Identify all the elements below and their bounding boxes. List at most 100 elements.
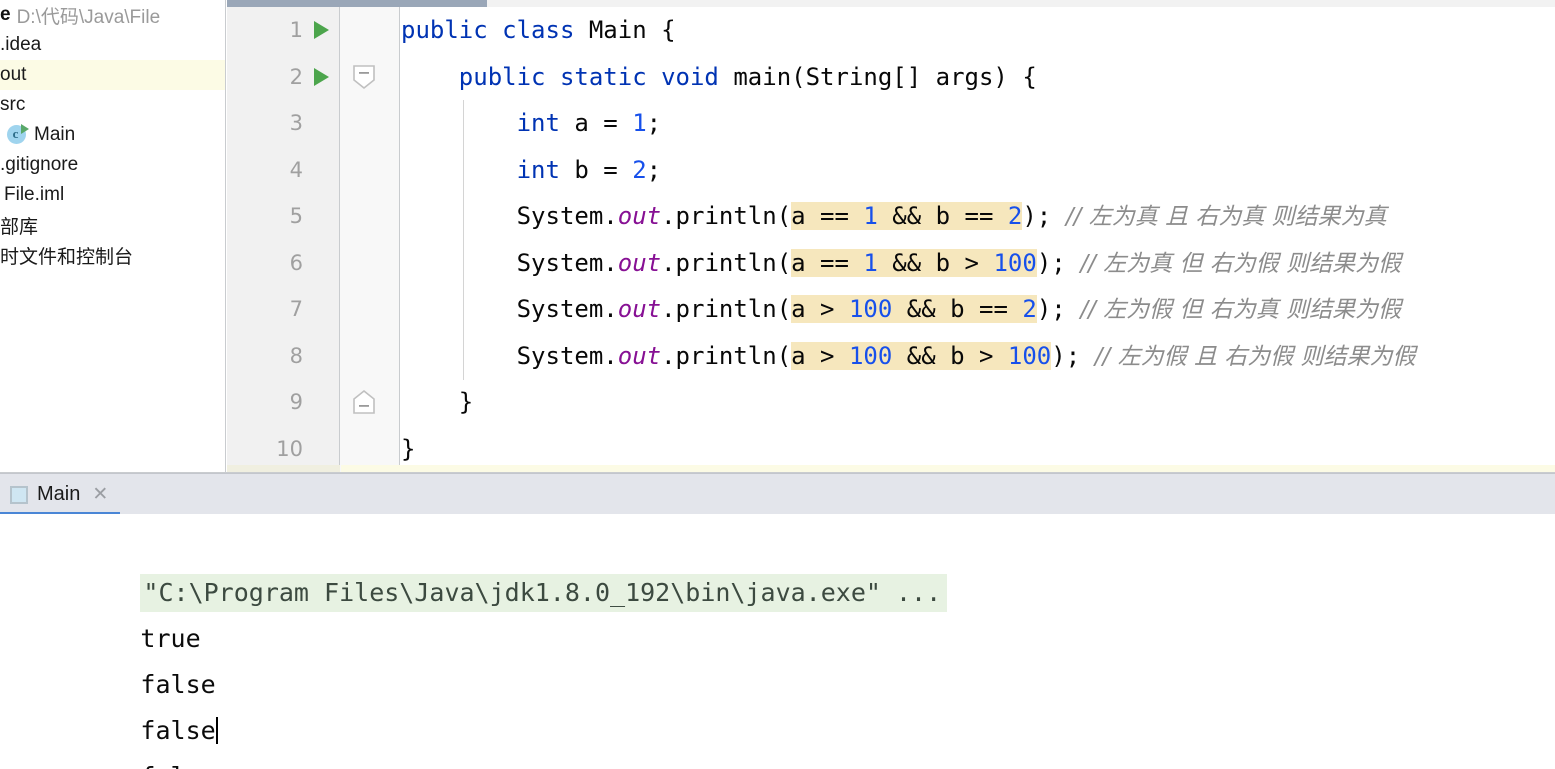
tree-item-label: .idea [0,34,42,55]
code-token: 1 [863,248,878,277]
code-token: int [516,109,575,137]
tree-item-gitignore[interactable]: .gitignore [0,150,225,180]
code-token: .println( [661,341,792,370]
code-token: 2 [632,155,647,184]
fold-row [340,240,399,287]
code-line-1[interactable]: public class Main { [401,7,1555,54]
code-token: && b == [877,202,1008,230]
line-number: 4 [289,157,303,182]
tree-item-external-libraries[interactable]: 部库 [0,210,225,240]
code-token: class [502,16,589,44]
code-token: a == [791,202,864,230]
run-gutter-icon[interactable] [303,21,339,40]
tree-item-file-iml[interactable]: File.iml [0,180,225,210]
code-token: 100 [1007,341,1052,370]
tree-item-out[interactable]: out [0,60,225,90]
fold-row [340,54,399,101]
code-token: Main { [588,16,676,44]
code-line-4[interactable]: int b = 2; [401,147,1555,194]
code-line-2[interactable]: public static void main(String[] args) { [401,54,1555,101]
line-number: 8 [289,343,303,368]
code-token: .println( [661,248,792,277]
fold-end-icon[interactable] [350,388,378,416]
code-token: 100 [993,248,1037,277]
console-output-line: false [0,708,1555,769]
code-line-6[interactable]: System.out.println(a == 1 && b > 100); /… [401,240,1555,287]
code-token: out [617,341,662,370]
run-gutter-icon[interactable] [303,67,339,86]
project-tool-window[interactable]: e D:\代码\Java\File .idea out src c Main .… [0,0,226,473]
console-output[interactable]: "C:\Program Files\Java\jdk1.8.0_192\bin\… [0,514,1555,769]
selection-highlight: a > 100 && b > 100 [791,341,1052,370]
close-icon[interactable]: ✕ [92,485,108,504]
selection-highlight: a > 100 && b == 2 [791,295,1037,323]
line-number: 5 [289,204,303,229]
code-line-5[interactable]: System.out.println(a == 1 && b == 2); //… [401,193,1555,240]
tree-item-src[interactable]: src [0,90,225,120]
gutter-row: 7 [227,286,339,333]
code-token: && b > [892,341,1008,370]
java-class-icon: c [6,124,29,146]
line-number: 3 [289,111,303,136]
gutter-row: 4 [227,147,339,194]
tree-item-label: 部库 [0,216,39,238]
project-root-path: D:\代码\Java\File [16,6,161,28]
editor-horizontal-scrollbar[interactable] [227,0,1555,7]
code-token: int [516,155,575,184]
tree-root-node[interactable]: e D:\代码\Java\File [0,0,225,30]
console-tab-icon [10,485,28,504]
gutter-row: 6 [227,240,339,287]
code-token: } [401,434,416,463]
code-line-3[interactable]: int a = 1; [401,100,1555,147]
editor-fold-column[interactable] [340,7,400,473]
code-token: ); [1036,295,1066,323]
tree-item-label: File.iml [4,184,65,205]
gutter-row: 1 [227,7,339,54]
code-line-9[interactable]: } [401,379,1555,426]
editor-text-area[interactable]: public class Main { public static void m… [401,7,1555,473]
scrollbar-thumb[interactable] [227,0,487,7]
code-token: && b > [877,248,994,277]
fold-collapse-icon[interactable] [350,63,378,91]
fold-row [340,379,399,426]
code-token: b = [574,155,633,184]
tree-item-label: .gitignore [0,154,79,175]
run-tool-window: Main ✕ "C:\Program Files\Java\jdk1.8.0_1… [0,473,1555,769]
code-comment: // 左为真 且 右为真 则结果为真 [1051,204,1387,230]
code-token: 100 [848,295,893,323]
code-token: (String[] args) { [791,62,1037,91]
tree-item-idea[interactable]: .idea [0,30,225,60]
line-number: 6 [289,250,303,275]
line-number: 10 [276,436,303,461]
code-line-8[interactable]: System.out.println(a > 100 && b > 100); … [401,333,1555,380]
gutter-row: 2 [227,54,339,101]
code-token: 2 [1007,202,1023,230]
gutter-row: 5 [227,193,339,240]
line-number: 2 [289,64,303,89]
code-token: ); [1036,248,1066,277]
code-token: a == [791,248,864,277]
console-output-line: true [0,570,1555,653]
code-token: ); [1051,341,1081,370]
code-token: 1 [632,109,647,137]
gutter-row: 3 [227,100,339,147]
code-token: 1 [863,202,878,230]
code-editor[interactable]: 1 2 3 4 5 6 7 8 9 10 public class Main {… [227,0,1555,473]
editor-gutter[interactable]: 1 2 3 4 5 6 7 8 9 10 [227,7,340,473]
gutter-row: 8 [227,333,339,380]
selection-highlight: a == 1 && b > 100 [791,248,1037,277]
code-token: .println( [661,202,792,230]
code-token: out [617,248,662,277]
fold-row [340,286,399,333]
code-line-7[interactable]: System.out.println(a > 100 && b == 2); /… [401,286,1555,333]
code-token: 2 [1022,295,1037,323]
tree-item-main[interactable]: c Main [0,120,225,150]
run-tab-bar[interactable]: Main ✕ [0,473,1555,515]
tree-item-scratches-and-consoles[interactable]: 时文件和控制台 [0,240,225,270]
run-tab-main[interactable]: Main ✕ [0,474,121,515]
line-number: 7 [289,297,303,322]
tree-item-label: Main [34,124,76,145]
code-token: && b == [892,295,1023,323]
